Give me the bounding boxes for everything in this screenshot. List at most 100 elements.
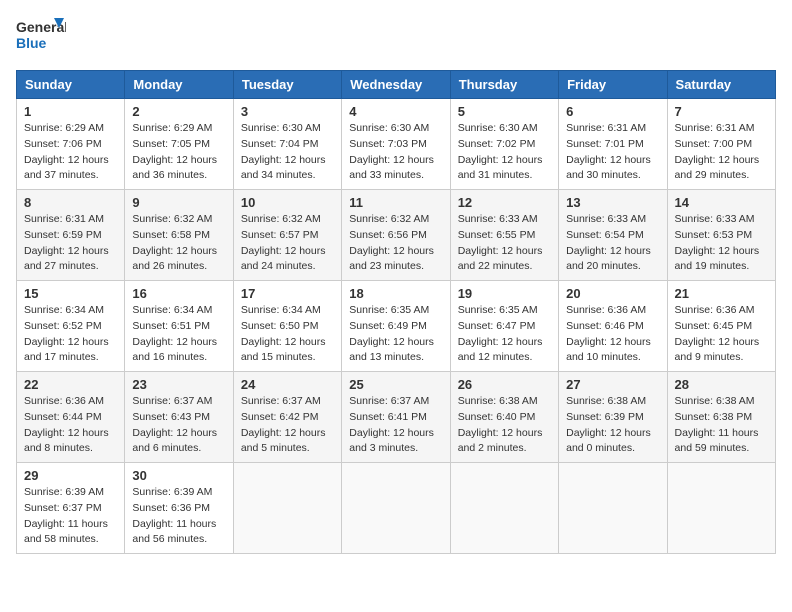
day-number: 30 xyxy=(132,468,225,483)
calendar-cell: 14Sunrise: 6:33 AM Sunset: 6:53 PM Dayli… xyxy=(667,190,775,281)
day-info: Sunrise: 6:36 AM Sunset: 6:45 PM Dayligh… xyxy=(675,303,768,366)
day-number: 24 xyxy=(241,377,334,392)
day-info: Sunrise: 6:33 AM Sunset: 6:54 PM Dayligh… xyxy=(566,212,659,275)
day-number: 27 xyxy=(566,377,659,392)
calendar-cell: 9 Sunrise: 6:32 AM Sunset: 6:58 PM Daylig… xyxy=(125,190,233,281)
day-info: Sunrise: 6:35 AM Sunset: 6:49 PM Dayligh… xyxy=(349,303,442,366)
calendar-cell: 27 Sunrise: 6:38 AM Sunset: 6:39 PM Dayli… xyxy=(559,372,667,463)
calendar-cell: 30 Sunrise: 6:39 AM Sunset: 6:36 PM Dayli… xyxy=(125,463,233,554)
day-number: 11 xyxy=(349,195,442,210)
day-info: Sunrise: 6:33 AM Sunset: 6:55 PM Dayligh… xyxy=(458,212,551,275)
calendar-cell: 3 Sunrise: 6:30 AM Sunset: 7:04 PM Daylig… xyxy=(233,99,341,190)
day-number: 5 xyxy=(458,104,551,119)
logo: General Blue xyxy=(16,16,66,58)
day-info: Sunrise: 6:34 AM Sunset: 6:52 PM Dayligh… xyxy=(24,303,117,366)
day-info: Sunrise: 6:31 AM Sunset: 7:00 PM Dayligh… xyxy=(675,121,768,184)
calendar-cell xyxy=(450,463,558,554)
calendar-cell: 13 Sunrise: 6:33 AM Sunset: 6:54 PM Dayli… xyxy=(559,190,667,281)
page-header: General Blue xyxy=(16,16,776,58)
day-number: 1 xyxy=(24,104,117,119)
day-info: Sunrise: 6:32 AM Sunset: 6:58 PM Dayligh… xyxy=(132,212,225,275)
day-number: 20 xyxy=(566,286,659,301)
day-number: 4 xyxy=(349,104,442,119)
day-number: 12 xyxy=(458,195,551,210)
calendar-cell: 16 Sunrise: 6:34 AM Sunset: 6:51 PM Dayli… xyxy=(125,281,233,372)
day-info: Sunrise: 6:34 AM Sunset: 6:51 PM Dayligh… xyxy=(132,303,225,366)
day-info: Sunrise: 6:30 AM Sunset: 7:02 PM Dayligh… xyxy=(458,121,551,184)
calendar-cell: 28 Sunrise: 6:38 AM Sunset: 6:38 PM Dayli… xyxy=(667,372,775,463)
calendar-cell: 25 Sunrise: 6:37 AM Sunset: 6:41 PM Dayli… xyxy=(342,372,450,463)
calendar-cell: 5 Sunrise: 6:30 AM Sunset: 7:02 PM Daylig… xyxy=(450,99,558,190)
calendar-cell: 6 Sunrise: 6:31 AM Sunset: 7:01 PM Daylig… xyxy=(559,99,667,190)
day-number: 7 xyxy=(675,104,768,119)
calendar-cell xyxy=(233,463,341,554)
day-info: Sunrise: 6:36 AM Sunset: 6:44 PM Dayligh… xyxy=(24,394,117,457)
day-number: 3 xyxy=(241,104,334,119)
calendar-week-row: 1 Sunrise: 6:29 AM Sunset: 7:06 PM Daylig… xyxy=(17,99,776,190)
day-info: Sunrise: 6:37 AM Sunset: 6:43 PM Dayligh… xyxy=(132,394,225,457)
calendar-cell: 20 Sunrise: 6:36 AM Sunset: 6:46 PM Dayli… xyxy=(559,281,667,372)
calendar-cell: 8 Sunrise: 6:31 AM Sunset: 6:59 PM Daylig… xyxy=(17,190,125,281)
day-number: 23 xyxy=(132,377,225,392)
day-info: Sunrise: 6:38 AM Sunset: 6:38 PM Dayligh… xyxy=(675,394,768,457)
day-number: 16 xyxy=(132,286,225,301)
day-info: Sunrise: 6:38 AM Sunset: 6:40 PM Dayligh… xyxy=(458,394,551,457)
day-info: Sunrise: 6:37 AM Sunset: 6:42 PM Dayligh… xyxy=(241,394,334,457)
day-info: Sunrise: 6:37 AM Sunset: 6:41 PM Dayligh… xyxy=(349,394,442,457)
calendar-cell: 4 Sunrise: 6:30 AM Sunset: 7:03 PM Daylig… xyxy=(342,99,450,190)
day-info: Sunrise: 6:31 AM Sunset: 7:01 PM Dayligh… xyxy=(566,121,659,184)
day-info: Sunrise: 6:30 AM Sunset: 7:04 PM Dayligh… xyxy=(241,121,334,184)
day-number: 25 xyxy=(349,377,442,392)
calendar-week-row: 29Sunrise: 6:39 AM Sunset: 6:37 PM Dayli… xyxy=(17,463,776,554)
day-number: 28 xyxy=(675,377,768,392)
calendar-week-row: 15 Sunrise: 6:34 AM Sunset: 6:52 PM Dayli… xyxy=(17,281,776,372)
day-info: Sunrise: 6:32 AM Sunset: 6:56 PM Dayligh… xyxy=(349,212,442,275)
day-info: Sunrise: 6:39 AM Sunset: 6:36 PM Dayligh… xyxy=(132,485,225,548)
header-thursday: Thursday xyxy=(450,71,558,99)
day-number: 19 xyxy=(458,286,551,301)
calendar-cell: 7 Sunrise: 6:31 AM Sunset: 7:00 PM Daylig… xyxy=(667,99,775,190)
calendar-cell xyxy=(559,463,667,554)
calendar-cell: 10Sunrise: 6:32 AM Sunset: 6:57 PM Dayli… xyxy=(233,190,341,281)
day-info: Sunrise: 6:35 AM Sunset: 6:47 PM Dayligh… xyxy=(458,303,551,366)
calendar-cell xyxy=(342,463,450,554)
calendar-cell: 18 Sunrise: 6:35 AM Sunset: 6:49 PM Dayli… xyxy=(342,281,450,372)
day-number: 6 xyxy=(566,104,659,119)
day-info: Sunrise: 6:34 AM Sunset: 6:50 PM Dayligh… xyxy=(241,303,334,366)
calendar-cell: 1 Sunrise: 6:29 AM Sunset: 7:06 PM Daylig… xyxy=(17,99,125,190)
calendar-cell: 23 Sunrise: 6:37 AM Sunset: 6:43 PM Dayli… xyxy=(125,372,233,463)
day-number: 13 xyxy=(566,195,659,210)
day-number: 14 xyxy=(675,195,768,210)
day-number: 17 xyxy=(241,286,334,301)
day-info: Sunrise: 6:36 AM Sunset: 6:46 PM Dayligh… xyxy=(566,303,659,366)
calendar-cell: 22Sunrise: 6:36 AM Sunset: 6:44 PM Dayli… xyxy=(17,372,125,463)
day-info: Sunrise: 6:29 AM Sunset: 7:06 PM Dayligh… xyxy=(24,121,117,184)
day-number: 29 xyxy=(24,468,117,483)
header-saturday: Saturday xyxy=(667,71,775,99)
calendar-cell: 19 Sunrise: 6:35 AM Sunset: 6:47 PM Dayli… xyxy=(450,281,558,372)
calendar-cell: 29Sunrise: 6:39 AM Sunset: 6:37 PM Dayli… xyxy=(17,463,125,554)
header-friday: Friday xyxy=(559,71,667,99)
day-number: 21 xyxy=(675,286,768,301)
day-info: Sunrise: 6:31 AM Sunset: 6:59 PM Dayligh… xyxy=(24,212,117,275)
day-info: Sunrise: 6:32 AM Sunset: 6:57 PM Dayligh… xyxy=(241,212,334,275)
day-number: 8 xyxy=(24,195,117,210)
calendar-cell: 15 Sunrise: 6:34 AM Sunset: 6:52 PM Dayli… xyxy=(17,281,125,372)
day-info: Sunrise: 6:29 AM Sunset: 7:05 PM Dayligh… xyxy=(132,121,225,184)
header-tuesday: Tuesday xyxy=(233,71,341,99)
calendar-cell: 26Sunrise: 6:38 AM Sunset: 6:40 PM Dayli… xyxy=(450,372,558,463)
day-info: Sunrise: 6:38 AM Sunset: 6:39 PM Dayligh… xyxy=(566,394,659,457)
logo-svg: General Blue xyxy=(16,16,66,58)
calendar-cell: 17 Sunrise: 6:34 AM Sunset: 6:50 PM Dayli… xyxy=(233,281,341,372)
day-number: 9 xyxy=(132,195,225,210)
svg-text:Blue: Blue xyxy=(16,35,47,51)
header-monday: Monday xyxy=(125,71,233,99)
calendar-table: SundayMondayTuesdayWednesdayThursdayFrid… xyxy=(16,70,776,554)
day-number: 15 xyxy=(24,286,117,301)
day-info: Sunrise: 6:30 AM Sunset: 7:03 PM Dayligh… xyxy=(349,121,442,184)
header-row: SundayMondayTuesdayWednesdayThursdayFrid… xyxy=(17,71,776,99)
calendar-cell xyxy=(667,463,775,554)
day-number: 18 xyxy=(349,286,442,301)
calendar-week-row: 22Sunrise: 6:36 AM Sunset: 6:44 PM Dayli… xyxy=(17,372,776,463)
calendar-week-row: 8 Sunrise: 6:31 AM Sunset: 6:59 PM Daylig… xyxy=(17,190,776,281)
